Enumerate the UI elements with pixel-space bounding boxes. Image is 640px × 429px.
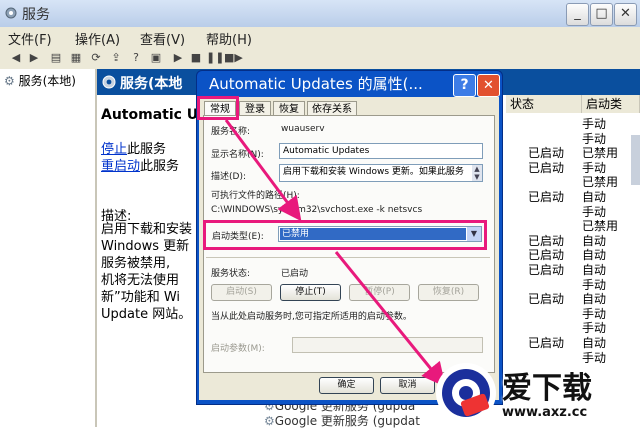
logo-mark-icon xyxy=(442,369,490,417)
watermark-url: www.axz.cc xyxy=(502,405,588,420)
watermark-brand: 爱下载 xyxy=(502,371,592,406)
arrow-startup-to-ok xyxy=(334,251,446,387)
watermark-logo: 爱下载 www.axz.cc xyxy=(434,359,640,427)
arrow-tab-to-startup xyxy=(224,119,302,222)
